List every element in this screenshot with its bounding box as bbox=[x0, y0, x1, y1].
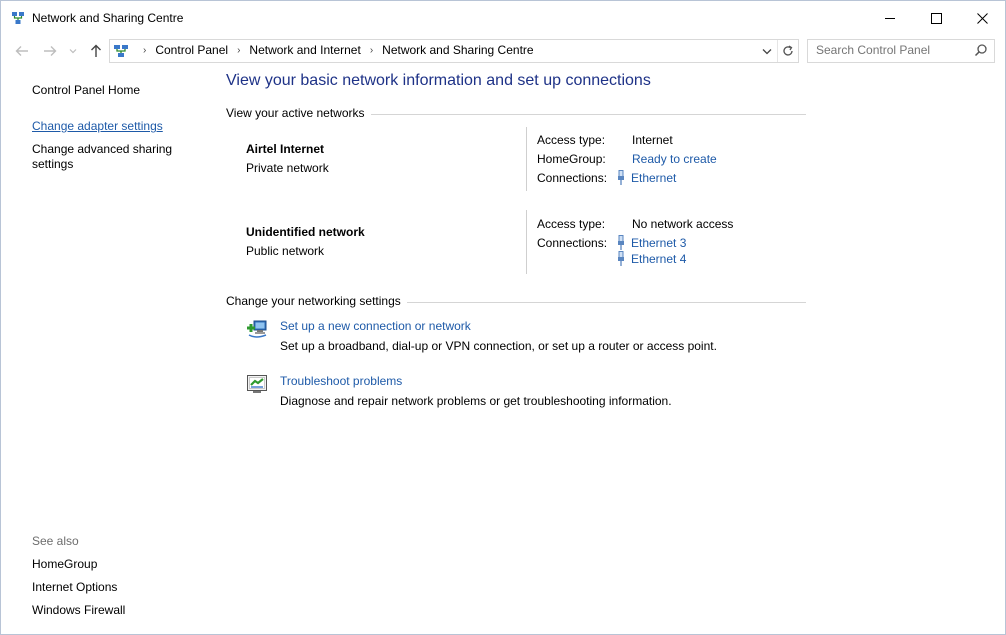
troubleshoot-problems-link[interactable]: Troubleshoot problems bbox=[280, 374, 402, 388]
network-type-link[interactable]: Public network bbox=[246, 244, 324, 258]
breadcrumb-network-and-sharing-centre[interactable]: Network and Sharing Centre bbox=[382, 43, 533, 57]
control-panel-home-link[interactable]: Control Panel Home bbox=[32, 83, 140, 97]
search-box[interactable] bbox=[807, 39, 995, 63]
forward-button[interactable] bbox=[39, 39, 61, 63]
forward-arrow-icon bbox=[44, 46, 57, 56]
ethernet-icon bbox=[618, 235, 624, 250]
breadcrumb: › Control Panel › Network and Internet ›… bbox=[134, 43, 534, 57]
main-content: View your basic network information and … bbox=[226, 63, 816, 623]
access-type-value: Internet bbox=[632, 133, 673, 147]
ethernet-connection-link[interactable]: Ethernet 4 bbox=[616, 251, 686, 266]
troubleshoot-icon bbox=[247, 375, 267, 393]
search-icon[interactable] bbox=[974, 43, 988, 57]
search-input[interactable] bbox=[808, 40, 976, 60]
left-pane: Control Panel Home Change adapter settin… bbox=[1, 63, 216, 634]
breadcrumb-separator[interactable]: › bbox=[370, 45, 373, 56]
access-type-label: Access type: bbox=[537, 133, 606, 147]
breadcrumb-separator[interactable]: › bbox=[143, 45, 146, 56]
maximize-icon bbox=[930, 12, 942, 24]
connections-label: Connections: bbox=[537, 236, 608, 250]
page-title: View your basic network information and … bbox=[226, 72, 651, 89]
homegroup-label: HomeGroup: bbox=[537, 152, 606, 166]
network-type-link[interactable]: Private network bbox=[246, 161, 329, 175]
navigation-bar: › Control Panel › Network and Internet ›… bbox=[1, 39, 1005, 63]
setup-new-connection-link[interactable]: Set up a new connection or network bbox=[280, 319, 471, 333]
chevron-down-icon bbox=[69, 49, 77, 54]
see-also-heading: See also bbox=[32, 534, 79, 548]
change-advanced-sharing-settings-link[interactable]: Change advanced sharing settings bbox=[32, 142, 192, 172]
ethernet-connection-link[interactable]: Ethernet bbox=[616, 170, 676, 185]
breadcrumb-separator[interactable]: › bbox=[237, 45, 240, 56]
network-name: Unidentified network bbox=[246, 225, 365, 239]
address-history-button[interactable] bbox=[758, 40, 776, 62]
network-location-icon bbox=[114, 45, 128, 57]
refresh-button[interactable] bbox=[777, 40, 798, 62]
breadcrumb-control-panel[interactable]: Control Panel bbox=[155, 43, 228, 57]
maximize-button[interactable] bbox=[913, 1, 959, 35]
address-bar[interactable]: › Control Panel › Network and Internet ›… bbox=[109, 39, 799, 63]
close-button[interactable] bbox=[959, 1, 1005, 35]
setup-new-connection-description: Set up a broadband, dial-up or VPN conne… bbox=[280, 339, 717, 353]
access-type-label: Access type: bbox=[537, 217, 606, 231]
divider bbox=[526, 210, 527, 274]
window: Network and Sharing Centre › Control Pan… bbox=[0, 0, 1006, 635]
refresh-icon bbox=[783, 45, 793, 56]
change-adapter-settings-link[interactable]: Change adapter settings bbox=[32, 119, 163, 133]
back-arrow-icon bbox=[15, 46, 28, 56]
recent-locations-button[interactable] bbox=[65, 39, 81, 63]
network-app-icon bbox=[12, 12, 24, 24]
ethernet-icon bbox=[618, 251, 624, 266]
divider bbox=[406, 301, 806, 303]
ethernet-connection-name[interactable]: Ethernet 4 bbox=[631, 252, 686, 266]
window-title: Network and Sharing Centre bbox=[32, 11, 184, 25]
internet-options-link[interactable]: Internet Options bbox=[32, 580, 117, 594]
minimize-button[interactable] bbox=[867, 1, 913, 35]
ethernet-connection-name[interactable]: Ethernet 3 bbox=[631, 236, 686, 250]
active-networks-heading-text: View your active networks bbox=[226, 106, 365, 120]
networking-settings-heading-text: Change your networking settings bbox=[226, 294, 401, 308]
close-icon bbox=[976, 12, 988, 24]
minimize-icon bbox=[884, 17, 895, 19]
new-connection-icon bbox=[247, 320, 267, 338]
divider bbox=[526, 127, 527, 191]
up-arrow-icon bbox=[91, 44, 101, 57]
connections-label: Connections: bbox=[537, 171, 608, 185]
network-name: Airtel Internet bbox=[246, 142, 325, 156]
windows-firewall-link[interactable]: Windows Firewall bbox=[32, 603, 125, 617]
ethernet-connection-name[interactable]: Ethernet bbox=[631, 171, 676, 185]
up-button[interactable] bbox=[85, 39, 107, 63]
homegroup-ready-link[interactable]: Ready to create bbox=[632, 152, 717, 166]
ethernet-connection-link[interactable]: Ethernet 3 bbox=[616, 235, 686, 250]
active-networks-heading: View your active networks bbox=[226, 106, 806, 120]
networking-settings-heading: Change your networking settings bbox=[226, 294, 806, 308]
ethernet-icon bbox=[618, 170, 624, 185]
title-bar[interactable]: Network and Sharing Centre bbox=[1, 1, 1005, 35]
access-type-value: No network access bbox=[632, 217, 734, 231]
divider bbox=[370, 113, 806, 115]
back-button[interactable] bbox=[11, 39, 33, 63]
chevron-down-icon bbox=[762, 48, 772, 54]
breadcrumb-network-and-internet[interactable]: Network and Internet bbox=[249, 43, 360, 57]
troubleshoot-problems-description: Diagnose and repair network problems or … bbox=[280, 394, 672, 408]
homegroup-link[interactable]: HomeGroup bbox=[32, 557, 97, 571]
